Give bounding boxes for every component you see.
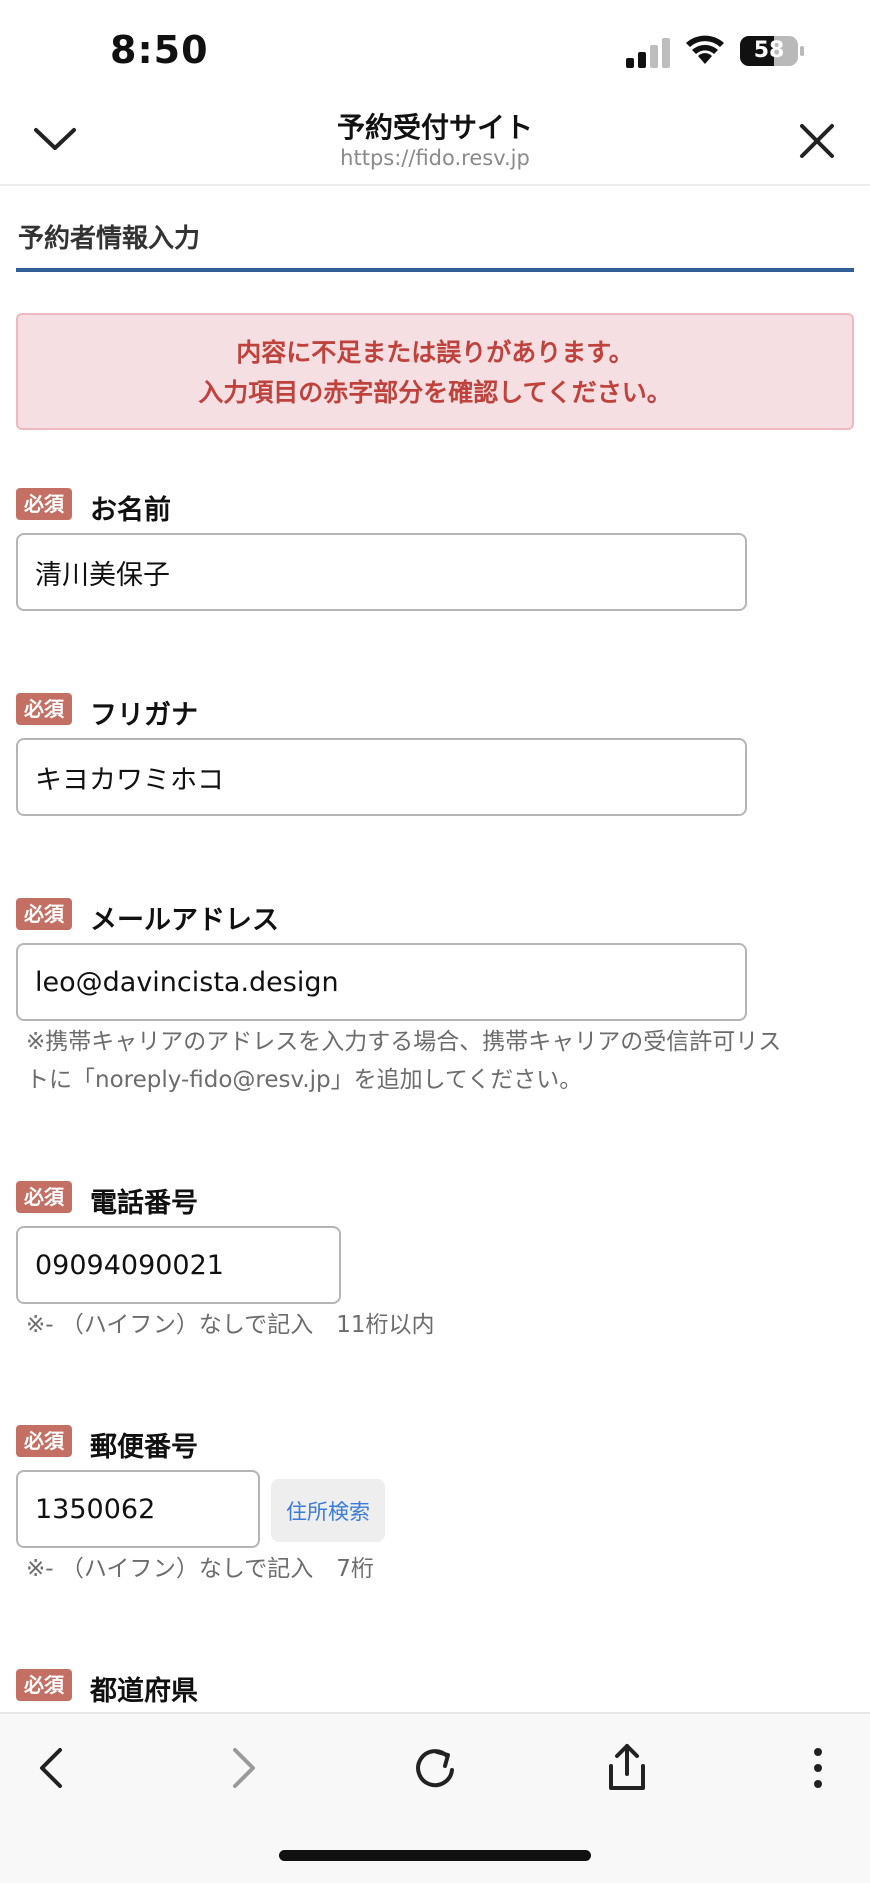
- postal-input[interactable]: 1350062: [16, 1470, 260, 1548]
- furigana-label: フリガナ: [90, 700, 198, 731]
- reload-icon[interactable]: [407, 1740, 463, 1796]
- email-label: メールアドレス: [90, 905, 279, 936]
- prefecture-label: 都道府県: [90, 1676, 198, 1707]
- battery-level: 58: [753, 38, 785, 63]
- required-badge: 必須: [16, 488, 72, 520]
- site-url: https://fido.resv.jp: [340, 146, 530, 170]
- email-note: ※携帯キャリアのアドレスを入力する場合、携帯キャリアの受信許可リス トに「nor…: [26, 1023, 856, 1099]
- wifi-icon: [686, 35, 724, 64]
- forward-icon[interactable]: [215, 1740, 271, 1796]
- phone-note: ※- （ハイフン）なしで記入 11桁以内: [26, 1312, 435, 1338]
- phone-label: 電話番号: [90, 1188, 198, 1219]
- error-line-1: 内容に不足または誤りがあります。: [236, 338, 634, 367]
- site-title: 予約受付サイト: [336, 111, 533, 144]
- required-badge: 必須: [16, 1669, 72, 1701]
- section-title: 予約者情報入力: [18, 224, 201, 254]
- home-indicator[interactable]: [279, 1850, 591, 1861]
- required-badge: 必須: [16, 693, 72, 725]
- furigana-input[interactable]: キヨカワミホコ: [16, 738, 747, 816]
- name-label: お名前: [90, 495, 171, 526]
- email-note-line-2: トに「noreply-fido@resv.jp」を追加してください。: [26, 1067, 583, 1093]
- required-badge: 必須: [16, 1181, 72, 1213]
- more-icon[interactable]: [790, 1740, 846, 1796]
- required-badge: 必須: [16, 898, 72, 930]
- email-input[interactable]: leo@davincista.design: [16, 943, 747, 1021]
- email-note-line-1: ※携帯キャリアのアドレスを入力する場合、携帯キャリアの受信許可リス: [26, 1029, 782, 1055]
- back-icon[interactable]: [24, 1740, 80, 1796]
- section-rule: [16, 268, 854, 272]
- cellular-signal-icon: [626, 38, 670, 68]
- name-input[interactable]: 清川美保子: [16, 533, 747, 611]
- battery-tip: [800, 46, 804, 56]
- battery-indicator: 58: [740, 36, 804, 66]
- error-message-box: 内容に不足または誤りがあります。 入力項目の赤字部分を確認してください。: [16, 313, 854, 430]
- close-icon[interactable]: [794, 118, 840, 164]
- address-search-button[interactable]: 住所検索: [271, 1479, 385, 1542]
- status-time: 8:50: [110, 28, 209, 72]
- postal-note: ※- （ハイフン）なしで記入 7桁: [26, 1556, 374, 1582]
- error-line-2: 入力項目の赤字部分を確認してください。: [198, 378, 672, 407]
- share-icon[interactable]: [599, 1738, 655, 1794]
- required-badge: 必須: [16, 1425, 72, 1457]
- postal-label: 郵便番号: [90, 1432, 198, 1463]
- header-divider: [0, 184, 870, 186]
- phone-input[interactable]: 09094090021: [16, 1226, 341, 1304]
